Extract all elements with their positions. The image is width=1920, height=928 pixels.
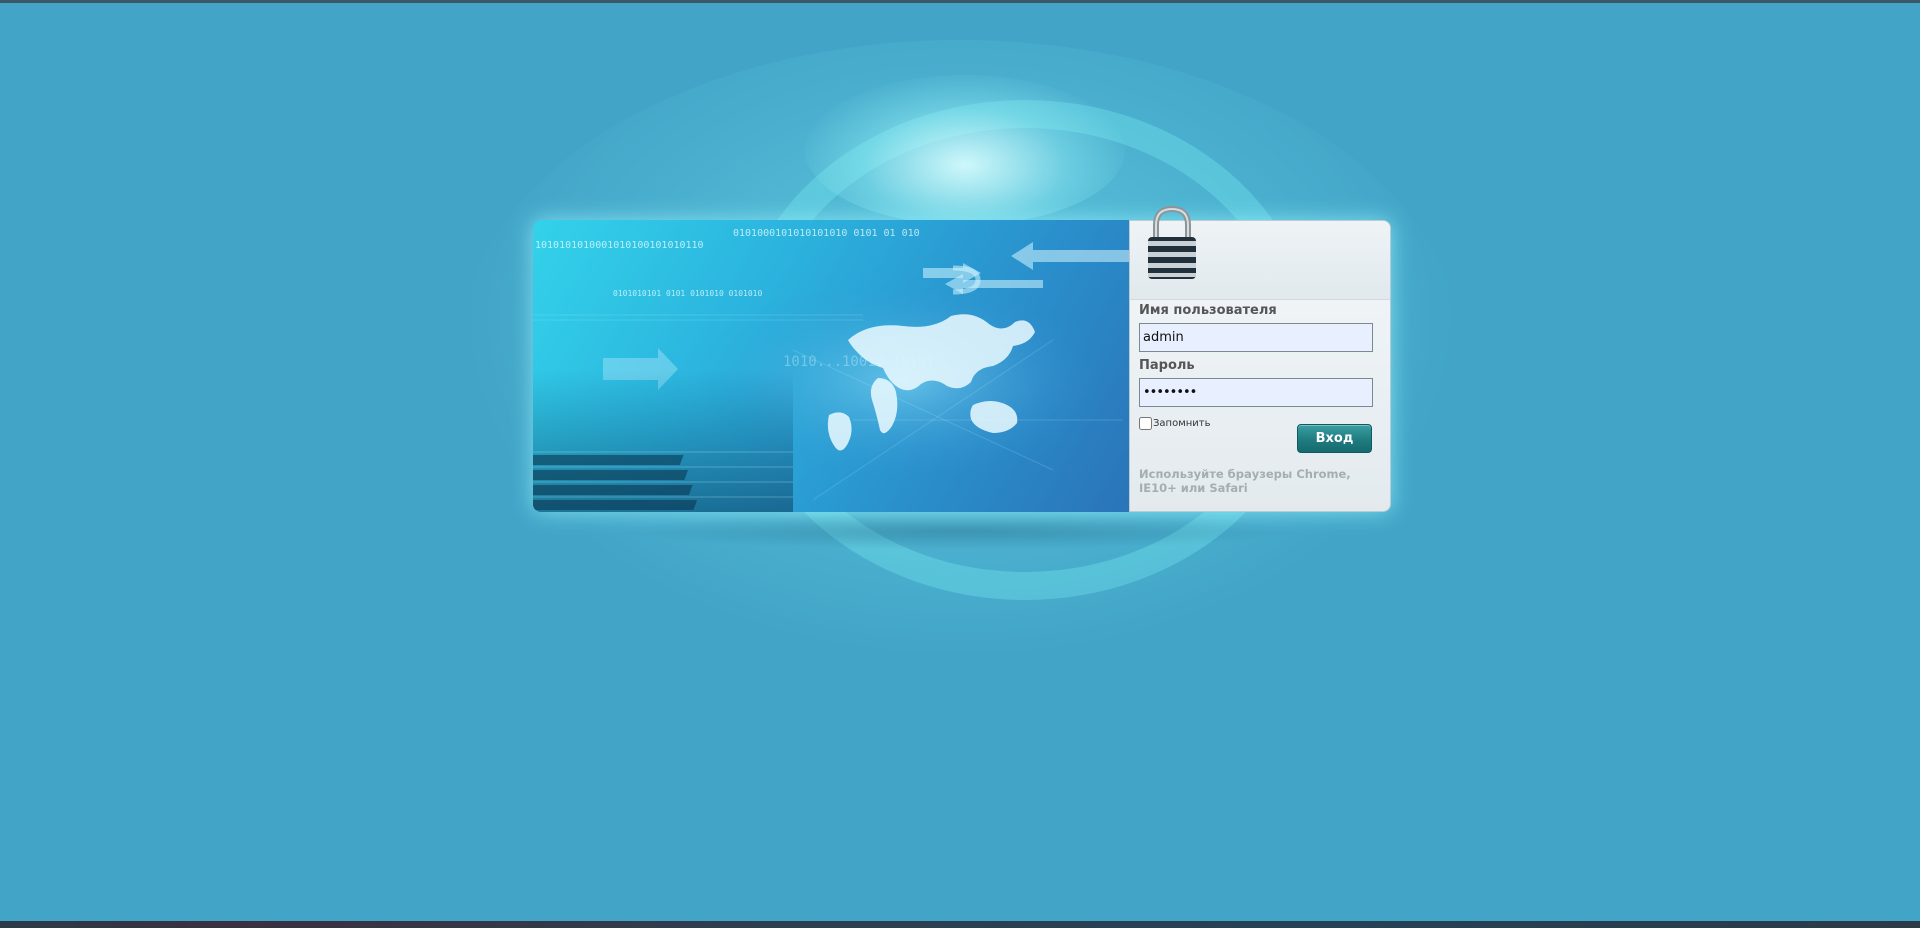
password-input[interactable] bbox=[1139, 378, 1373, 407]
card-shadow bbox=[620, 512, 1300, 550]
binary-text-2: 1010101010001010100101010110 bbox=[535, 240, 704, 251]
padlock-icon bbox=[1144, 203, 1200, 281]
remember-checkbox[interactable] bbox=[1139, 417, 1152, 430]
login-button[interactable]: Вход bbox=[1297, 424, 1372, 453]
banner-image: 0101000101010101010 0101 01 010 10101010… bbox=[533, 220, 1131, 512]
browser-hint: Используйте браузеры Chrome, IE10+ или S… bbox=[1139, 467, 1351, 495]
binary-text-1: 0101000101010101010 0101 01 010 bbox=[733, 228, 920, 239]
username-label: Имя пользователя bbox=[1139, 303, 1277, 318]
remember-checkbox-row[interactable]: Запомнить bbox=[1139, 417, 1211, 430]
remember-label: Запомнить bbox=[1153, 418, 1211, 429]
binary-text-4: 1010...10010 1010Y bbox=[783, 354, 935, 370]
top-border bbox=[0, 0, 1920, 3]
background-highlight bbox=[805, 75, 1125, 225]
taskbar bbox=[0, 921, 1920, 928]
banner-artwork: 0101000101010101010 0101 01 010 10101010… bbox=[533, 220, 1131, 512]
password-label: Пароль bbox=[1139, 358, 1195, 373]
login-card: 0101000101010101010 0101 01 010 10101010… bbox=[533, 205, 1391, 512]
login-panel: Имя пользователя Пароль Запомнить Вход И… bbox=[1129, 205, 1391, 512]
binary-text-3: 0101010101 0101 0101010 0101010 bbox=[613, 289, 762, 298]
username-input[interactable] bbox=[1139, 323, 1373, 352]
